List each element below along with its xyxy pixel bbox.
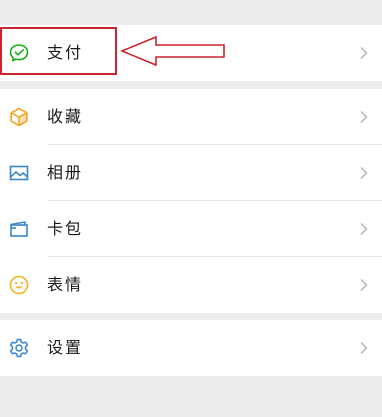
group-settings: 设置 <box>0 320 382 376</box>
smiley-icon <box>9 275 29 295</box>
menu-item-settings[interactable]: 设置 <box>0 320 382 376</box>
menu-item-cards[interactable]: 卡包 <box>0 201 382 257</box>
menu-item-stickers[interactable]: 表情 <box>0 257 382 313</box>
chevron-right-icon <box>360 167 368 179</box>
image-icon <box>9 165 29 181</box>
menu-item-favorites-label: 收藏 <box>47 107 84 126</box>
left-arrow-outline-icon <box>120 35 225 67</box>
chevron-right-icon <box>360 279 368 291</box>
chevron-right-icon <box>360 223 368 235</box>
menu-item-cards-label: 卡包 <box>47 219 84 238</box>
highlight-box <box>0 27 117 75</box>
menu-item-favorites[interactable]: 收藏 <box>0 89 382 145</box>
chevron-right-icon <box>360 342 368 354</box>
menu-item-album-label: 相册 <box>47 163 84 182</box>
menu-item-settings-label: 设置 <box>47 338 84 357</box>
gear-icon <box>9 338 29 358</box>
cube-icon <box>10 107 28 127</box>
group-main: 收藏 相册 卡包 表情 <box>0 89 382 313</box>
menu-item-stickers-label: 表情 <box>47 275 84 294</box>
top-spacer <box>0 0 382 25</box>
menu-item-album[interactable]: 相册 <box>0 145 382 201</box>
card-wallet-icon <box>10 221 28 237</box>
chevron-right-icon <box>360 111 368 123</box>
chevron-right-icon <box>360 47 368 59</box>
